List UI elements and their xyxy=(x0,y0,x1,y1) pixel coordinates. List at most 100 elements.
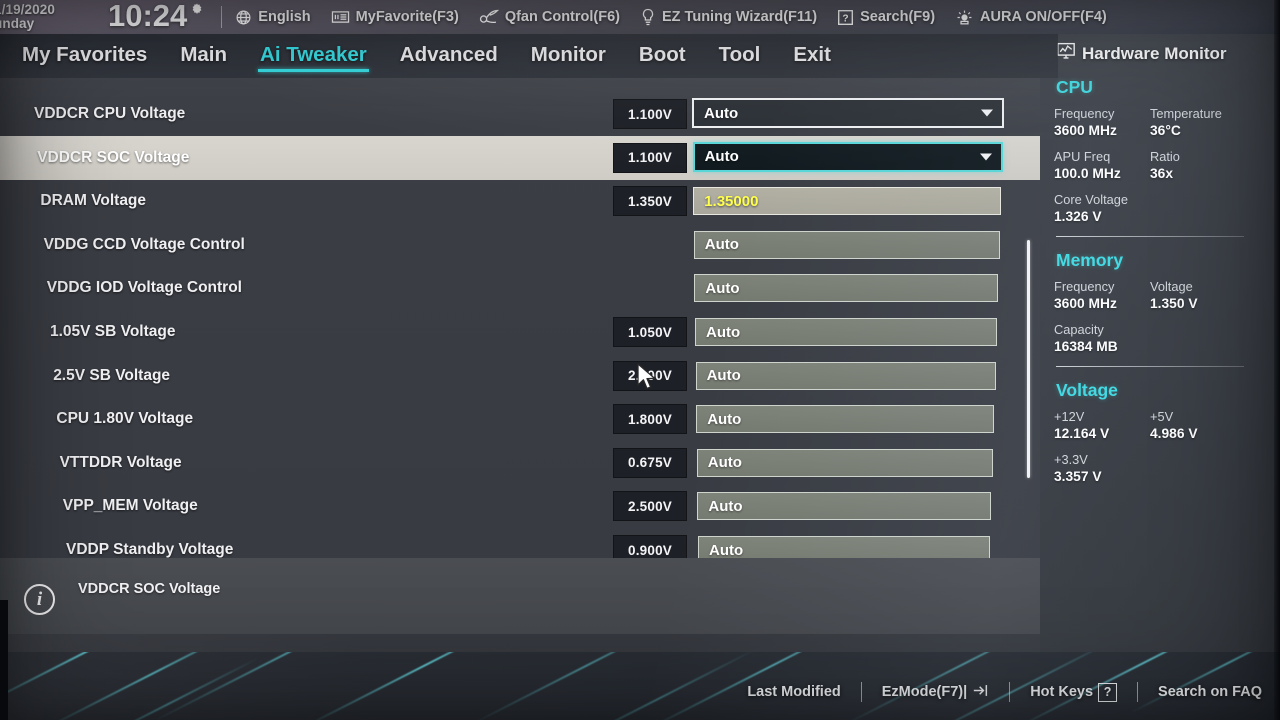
chevron-down-icon[interactable] xyxy=(979,153,992,161)
setting-field-value: Auto xyxy=(706,323,741,341)
content-scrollbar[interactable] xyxy=(1027,240,1030,478)
settings-list: VDDCR CPU Voltage 1.100V Auto VDDCR SOC Vol… xyxy=(0,78,1040,558)
hw-metric: Core Voltage 1.326 V xyxy=(1054,192,1150,224)
setting-value-field[interactable]: Auto xyxy=(695,318,997,346)
setting-field-value: Auto xyxy=(708,497,743,515)
hw-section-title: Memory xyxy=(1056,250,1124,270)
setting-value-field[interactable]: Auto xyxy=(696,405,995,434)
fan-icon xyxy=(479,9,499,26)
tab-advanced[interactable]: Advanced xyxy=(400,43,498,70)
setting-row[interactable]: VPP_MEM Voltage 2.500V Auto xyxy=(0,484,1040,528)
tab-ai-tweaker[interactable]: Ai Tweaker xyxy=(258,43,369,72)
setting-value-field[interactable]: Auto xyxy=(698,536,990,558)
setting-value-field[interactable]: Auto xyxy=(697,492,992,521)
tab-exit[interactable]: Exit xyxy=(793,43,831,70)
hw-metric-value: 36°C xyxy=(1150,123,1181,138)
search-button[interactable]: ? Search(F9) xyxy=(837,9,935,26)
setting-current-value: 1.050V xyxy=(613,317,687,347)
tab-monitor[interactable]: Monitor xyxy=(531,43,606,70)
hw-section-title: Voltage xyxy=(1056,380,1118,400)
monitor-icon xyxy=(1056,42,1076,65)
setting-row[interactable]: DRAM Voltage 1.350V 1.35000 xyxy=(0,179,1040,223)
hw-metric: +12V 12.164 V xyxy=(1054,409,1150,441)
hw-row: +3.3V 3.357 V xyxy=(1054,452,1280,484)
setting-label: VDDG IOD Voltage Control xyxy=(46,279,242,297)
search-faq-button[interactable]: Search on FAQ xyxy=(1158,684,1262,700)
hw-metric: Frequency 3600 MHz xyxy=(1054,279,1150,311)
setting-value-field[interactable]: Auto xyxy=(695,361,996,390)
hw-metric: +3.3V 3.357 V xyxy=(1054,452,1150,484)
svg-text:?: ? xyxy=(842,13,848,24)
tab-boot[interactable]: Boot xyxy=(639,43,686,70)
question-icon: ? xyxy=(837,9,854,26)
hotkeys-key-icon: ? xyxy=(1098,682,1118,702)
ezmode-button[interactable]: EzMode(F7)| xyxy=(882,683,989,702)
help-text: VDDCR SOC Voltage xyxy=(78,581,221,597)
info-icon: i xyxy=(24,584,55,615)
clipped-partial-row xyxy=(0,78,1040,82)
setting-row[interactable]: VDDCR SOC Voltage 1.100V Auto xyxy=(0,135,1040,180)
setting-current-value: 1.100V xyxy=(613,142,687,173)
hw-metric-key: Temperature xyxy=(1150,106,1222,121)
qfan-control-button[interactable]: Qfan Control(F6) xyxy=(479,9,620,26)
setting-row[interactable]: VDDCR CPU Voltage 1.100V Auto xyxy=(0,92,1040,136)
setting-dropdown[interactable]: Auto xyxy=(692,98,1004,128)
setting-value-field[interactable]: Auto xyxy=(693,230,1000,259)
setting-row[interactable]: 2.5V SB Voltage 2.500V Auto xyxy=(0,354,1040,398)
setting-input[interactable]: 1.35000 xyxy=(693,187,1002,216)
hw-row: +12V 12.164 V +5V 4.986 V xyxy=(1054,409,1280,441)
last-modified-button[interactable]: Last Modified xyxy=(747,684,840,700)
language-label: English xyxy=(258,9,311,25)
setting-row[interactable]: CPU 1.80V Voltage 1.800V Auto xyxy=(0,397,1040,441)
setting-field-value: 1.35000 xyxy=(704,192,759,210)
hw-section-title: CPU xyxy=(1056,77,1093,97)
hw-metric-key: Core Voltage xyxy=(1054,192,1128,207)
setting-label: VDDCR SOC Voltage xyxy=(37,148,190,166)
setting-current-value: 1.350V xyxy=(613,186,687,217)
topbar-divider xyxy=(221,6,223,28)
setting-dropdown[interactable]: Auto xyxy=(692,141,1003,172)
hw-metric-key: Ratio xyxy=(1150,149,1180,164)
setting-current-value: 1.800V xyxy=(613,404,687,435)
aura-toggle-button[interactable]: AURA ON/OFF(F4) xyxy=(955,9,1107,26)
setting-field-value: Auto xyxy=(704,236,739,254)
myfavorite-button[interactable]: MyFavorite(F3) xyxy=(331,9,459,25)
chevron-down-icon[interactable] xyxy=(981,109,993,117)
language-button[interactable]: English xyxy=(235,9,311,26)
hw-row: Frequency 3600 MHz Voltage 1.350 V xyxy=(1054,279,1280,311)
gear-icon[interactable] xyxy=(189,2,205,22)
hw-metric-value: 4.986 V xyxy=(1150,426,1198,441)
ez-tuning-wizard-button[interactable]: EZ Tuning Wizard(F11) xyxy=(640,8,817,26)
globe-icon xyxy=(235,9,252,26)
setting-row[interactable]: 1.05V SB Voltage 1.050V Auto xyxy=(0,310,1040,354)
hw-row: APU Freq 100.0 MHz Ratio 36x xyxy=(1054,149,1280,181)
setting-field-value: Auto xyxy=(707,454,742,472)
hw-metric: Voltage 1.350 V xyxy=(1150,279,1246,311)
myfavorite-label: MyFavorite(F3) xyxy=(355,9,459,25)
setting-row[interactable]: VTTDDR Voltage 0.675V Auto xyxy=(0,441,1040,485)
hw-metric-value: 16384 MB xyxy=(1054,339,1118,354)
setting-field-value: Auto xyxy=(704,148,739,166)
setting-label: DRAM Voltage xyxy=(40,192,147,210)
exit-arrow-icon xyxy=(972,683,989,702)
hw-row: Frequency 3600 MHz Temperature 36°C xyxy=(1054,106,1280,138)
setting-value-field[interactable]: Auto xyxy=(696,448,993,477)
hw-metric: Capacity 16384 MB xyxy=(1054,322,1150,354)
search-label: Search(F9) xyxy=(860,9,936,25)
setting-label: CPU 1.80V Voltage xyxy=(56,410,194,428)
setting-row[interactable]: VDDG CCD Voltage Control Auto xyxy=(0,223,1040,267)
setting-row[interactable]: VDDP Standby Voltage 0.900V Auto xyxy=(0,528,1040,558)
setting-row[interactable]: VDDG IOD Voltage Control Auto xyxy=(0,266,1040,310)
tab-main[interactable]: Main xyxy=(180,43,227,70)
clock-text: 10:24 xyxy=(108,0,188,33)
setting-value-field[interactable]: Auto xyxy=(694,274,999,303)
hotkeys-button[interactable]: Hot Keys ? xyxy=(1030,682,1118,702)
tab-tool[interactable]: Tool xyxy=(719,43,761,70)
setting-current-value: 0.900V xyxy=(613,535,687,558)
help-strip: i VDDCR SOC Voltage xyxy=(0,558,1040,634)
setting-label: VPP_MEM Voltage xyxy=(62,497,198,515)
hw-metric-key: Frequency xyxy=(1054,279,1115,294)
tab-my-favorites[interactable]: My Favorites xyxy=(22,43,147,70)
bezel-edge-right xyxy=(1274,0,1280,720)
setting-field-value: Auto xyxy=(709,541,744,559)
